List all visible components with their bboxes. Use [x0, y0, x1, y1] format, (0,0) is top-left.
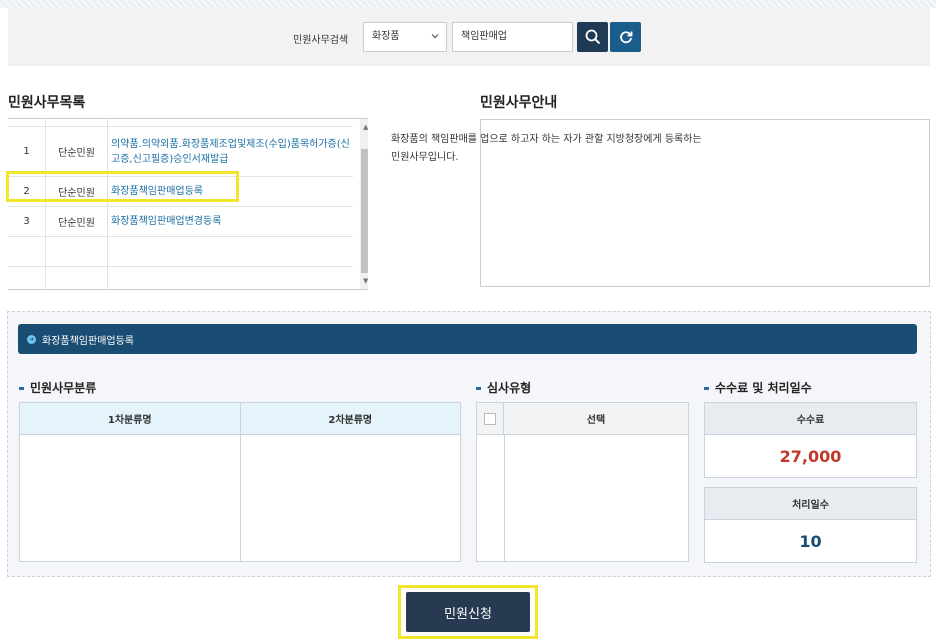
- search-label: 민원사무검색: [293, 35, 349, 46]
- row-number: 1: [8, 127, 46, 176]
- refresh-button[interactable]: [610, 22, 641, 52]
- processing-days-label: 처리일수: [705, 488, 916, 520]
- classification-table: 1차분류명 2차분류명: [19, 402, 461, 562]
- row-name-link[interactable]: 의약품.의약외품.화장품제조업및제조(수입)품목허가증(신고증,신고필증)승인서…: [108, 127, 353, 176]
- fee-title: 수수료 및 처리일수: [704, 379, 812, 396]
- detail-header: ➜ 화장품책임판매업등록: [18, 324, 917, 354]
- guide-section-title: 민원사무안내: [480, 95, 558, 111]
- refresh-icon: [619, 31, 632, 44]
- search-input[interactable]: 책임판매업: [452, 22, 573, 52]
- col-header-second-class: 2차분류명: [328, 415, 373, 426]
- search-button[interactable]: [577, 22, 608, 52]
- classification-title: 민원사무분류: [19, 379, 96, 396]
- list-row[interactable]: 3 단순민원 화장품책임판매업변경등록: [8, 207, 353, 237]
- list-row-spacer: [8, 119, 353, 127]
- row-type: 단순민원: [46, 127, 108, 176]
- guide-text: 화장품의 책임판매를 업으로 하고자 하는 자가 관할 지방청장에게 등록하는 …: [391, 131, 711, 167]
- category-select-value: 화장품: [372, 31, 400, 42]
- list-row-empty: [8, 237, 353, 267]
- bullet-icon: [476, 387, 481, 390]
- col-header-select: 선택: [586, 415, 606, 426]
- fee-box: 수수료 27,000: [704, 402, 917, 478]
- chevron-down-icon: [431, 34, 439, 39]
- list-row-empty: [8, 267, 353, 289]
- classification-title-text: 민원사무분류: [30, 381, 97, 395]
- list-scrollbar[interactable]: ▲ ▼: [360, 119, 368, 289]
- apply-button[interactable]: 민원신청: [406, 592, 530, 632]
- detail-header-title: 화장품책임판매업등록: [42, 335, 134, 347]
- column-divider: [240, 435, 241, 561]
- fee-label: 수수료: [705, 403, 916, 435]
- row-name-link[interactable]: 화장품책임판매업변경등록: [108, 207, 353, 236]
- scroll-up-arrow-icon[interactable]: ▲: [363, 123, 368, 131]
- list-table: 1 단순민원 의약품.의약외품.화장품제조업및제조(수입)품목허가증(신고증,신…: [8, 119, 353, 289]
- scroll-down-arrow-icon[interactable]: ▼: [363, 277, 368, 285]
- row-number: 3: [8, 207, 46, 236]
- processing-days-value: 10: [799, 531, 822, 551]
- review-type-title: 심사유형: [476, 379, 531, 396]
- row-type: 단순민원: [46, 207, 108, 236]
- processing-days-box: 처리일수 10: [704, 487, 917, 563]
- review-type-table: 선택: [476, 402, 689, 562]
- col-header-first-class: 1차분류명: [20, 403, 241, 434]
- list-section-title: 민원사무목록: [8, 95, 86, 111]
- category-select[interactable]: 화장품: [363, 22, 447, 52]
- review-type-title-text: 심사유형: [487, 381, 532, 395]
- top-strip: [0, 0, 936, 8]
- guide-text-line2: 민원사무입니다.: [391, 152, 459, 163]
- arrow-circle-icon: ➜: [27, 334, 36, 344]
- bullet-icon: [704, 387, 709, 390]
- guide-text-line1: 화장품의 책임판매를 업으로 하고자 하는 자가 관할 지방청장에게 등록하는: [391, 134, 702, 145]
- fee-value: 27,000: [779, 446, 842, 466]
- scroll-thumb[interactable]: [361, 149, 368, 273]
- bullet-icon: [19, 387, 24, 390]
- select-all-checkbox[interactable]: [484, 412, 496, 425]
- column-divider: [504, 435, 505, 561]
- civil-affairs-list: 1 단순민원 의약품.의약외품.화장품제조업및제조(수입)품목허가증(신고증,신…: [8, 118, 368, 290]
- list-row[interactable]: 1 단순민원 의약품.의약외품.화장품제조업및제조(수입)품목허가증(신고증,신…: [8, 127, 353, 177]
- highlight-selected-row: [6, 171, 239, 202]
- search-icon: [585, 29, 600, 45]
- fee-title-text: 수수료 및 처리일수: [715, 381, 812, 395]
